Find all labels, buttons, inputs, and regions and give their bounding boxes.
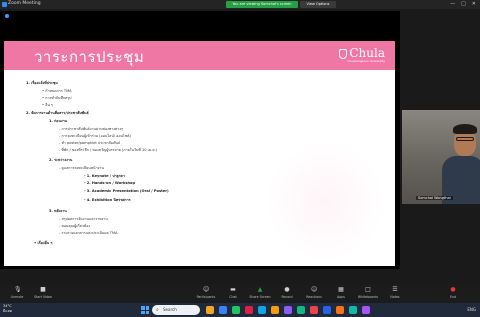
unmute-label: Unmute (10, 295, 24, 299)
chat-icon: ▬ (230, 286, 236, 293)
speaker-glasses (456, 137, 474, 141)
toolbar-label: Notes (390, 295, 400, 299)
minimize-icon[interactable]: — (450, 0, 455, 9)
agenda-item: • อื่น ๆ (42, 103, 53, 107)
unmute-button[interactable]: 🎙 Unmute (4, 287, 30, 302)
start-video-label: Start Video (34, 295, 52, 299)
agenda-item: - รวบรวมเอกสารและประเมินผล TMA (59, 231, 118, 235)
taskbar-app-icon[interactable] (232, 306, 240, 314)
notes-icon: ☰ (392, 286, 398, 293)
taskbar-app-icon[interactable] (219, 306, 227, 314)
agenda-item: - การลงทะเบียนผู้เข้าร่วม (ออนไลน์/ ออนไ… (59, 134, 131, 138)
agenda-item: • เรื่องอื่น ๆ (34, 241, 53, 245)
speaker-name-label: Somchai Wongthai (416, 196, 453, 200)
agenda-item: 1. ก่อนงาน (49, 119, 68, 123)
participants-icon: ☺ (203, 286, 210, 293)
taskbar-app-icon[interactable] (297, 306, 305, 314)
agenda-item: 2. ระหว่างงาน (49, 158, 73, 162)
toolbar-label: Share Screen (249, 295, 271, 299)
taskbar-app-icon[interactable] (310, 306, 318, 314)
start-button[interactable] (141, 306, 149, 314)
agenda-item: - ดูแลการลงทะเบียนหน้างาน (59, 166, 104, 170)
taskbar-app-icon[interactable] (258, 306, 266, 314)
agenda-item: 2. จัดการงานด้านสื่อสาร/ประชาสัมพันธ์ (26, 111, 89, 115)
close-icon[interactable]: ✕ (472, 0, 476, 9)
agenda-item: - การประชาสัมพันธ์งานผ่านช่องทางต่างๆ (59, 127, 124, 131)
system-tray[interactable]: ENG (467, 306, 476, 314)
viewing-screen-banner: You are viewing Somchai's screen (226, 1, 298, 8)
agenda-item: - ที่พัก / ของที่ระลึก / ของขวัญผู้บรรยา… (59, 148, 158, 152)
taskbar-app-icon[interactable] (284, 306, 292, 314)
toolbar-label: Reactions (306, 295, 322, 299)
chula-emblem-icon (339, 48, 348, 59)
toolbar-label: Whiteboards (357, 295, 379, 299)
apps-button[interactable]: ▦ Apps (328, 287, 354, 302)
slide-title: วาระการประชุม (34, 48, 145, 66)
maximize-icon[interactable]: □ (461, 0, 466, 9)
share-screen-button[interactable]: ▲ Share Screen (247, 287, 273, 302)
windows-taskbar: 34°C มีแดด ⌕ Search ENG (0, 303, 480, 317)
search-icon: ⌕ (156, 307, 159, 313)
mic-icon: 🎙 (14, 286, 22, 293)
taskbar-search[interactable]: ⌕ Search (152, 305, 200, 315)
weather-text: มีแดด (3, 308, 13, 313)
agenda-item: - 4. Exhibition นิทรรศการ (84, 198, 131, 202)
screen-indicator-icon (5, 14, 9, 18)
weather-widget[interactable]: 34°C มีแดด (3, 304, 12, 313)
participants-button[interactable]: ☺ Participants (193, 287, 219, 302)
logo-tagline: Chulalongkorn University (347, 59, 385, 63)
taskbar-app-icon[interactable] (245, 306, 253, 314)
reactions-button[interactable]: ☺ Reactions (301, 287, 327, 302)
toolbar-label: Apps (337, 295, 345, 299)
chat-button[interactable]: ▬ Chat (220, 287, 246, 302)
agenda-item: - ทำ poster/pamphlet ประชาสัมพันธ์ (59, 141, 121, 145)
toolbar-label: Participants (196, 295, 216, 299)
end-icon: ● (450, 286, 456, 293)
speaker-video-tile[interactable]: Somchai Wongthai (402, 110, 480, 204)
search-placeholder: Search (163, 307, 177, 312)
slide-watermark (265, 142, 385, 262)
meeting-toolbar: 🎙 Unmute ■ Start Video ☺ Participants ▬ Cha… (0, 285, 480, 303)
presentation-slide: วาระการประชุม Chula Chulalongkorn Univer… (4, 41, 395, 266)
agenda-item: - ขอบคุณผู้เกี่ยวข้อง (59, 224, 91, 228)
toolbar-label: Record (281, 295, 293, 299)
speaker-hair (453, 124, 477, 134)
record-icon: ● (284, 286, 290, 293)
agenda-item: - สรุปผลการจัดงานและรายงาน (59, 217, 108, 221)
agenda-item: • การทำบันทึกสรุป (42, 96, 72, 100)
window-controls: — □ ✕ (450, 0, 476, 9)
window-titlebar: Zoom Meeting You are viewing Somchai's s… (0, 0, 480, 9)
taskbar-app-icon[interactable] (271, 306, 279, 314)
taskbar-app-icon[interactable] (336, 306, 344, 314)
toolbar-label: Chat (229, 295, 237, 299)
reactions-icon: ☺ (311, 286, 318, 293)
taskbar-app-icon[interactable] (206, 306, 214, 314)
end-meeting-button[interactable]: ● End (440, 287, 466, 302)
end-label: End (449, 295, 457, 299)
agenda-item: • กำหนดการ TMA (42, 89, 72, 93)
taskbar-app-icon[interactable] (362, 306, 370, 314)
agenda-item: - 3. Academic Presentation (Oral / Poste… (84, 189, 169, 193)
agenda-item: 1. เรื่องแจ้งที่ประชุม (26, 81, 58, 85)
view-options-button[interactable]: View Options (300, 1, 336, 8)
share-screen-icon: ▲ (257, 286, 263, 293)
record-button[interactable]: ● Record (274, 287, 300, 302)
taskbar-app-icon[interactable] (349, 306, 357, 314)
logo-text: Chula (349, 46, 385, 60)
agenda-item: - 1. Keynote / ปาฐกถา (84, 174, 126, 178)
whiteboard-icon: □ (365, 286, 371, 293)
agenda-item: - 2. Hands-on / Workshop (84, 181, 136, 185)
weather-temp: 34°C (3, 304, 12, 308)
window-title: Zoom Meeting (8, 1, 41, 6)
agenda-item: 3. หลังงาน (49, 209, 67, 213)
apps-icon: ▦ (338, 286, 344, 293)
chula-logo: Chula Chulalongkorn University (339, 46, 385, 63)
zoom-app-icon (2, 2, 7, 7)
whiteboards-button[interactable]: □ Whiteboards (355, 287, 381, 302)
start-video-button[interactable]: ■ Start Video (30, 287, 56, 302)
language-indicator: ENG (467, 307, 476, 312)
video-icon: ■ (40, 286, 46, 293)
taskbar-app-icon[interactable] (323, 306, 331, 314)
notes-button[interactable]: ☰ Notes (382, 287, 408, 302)
